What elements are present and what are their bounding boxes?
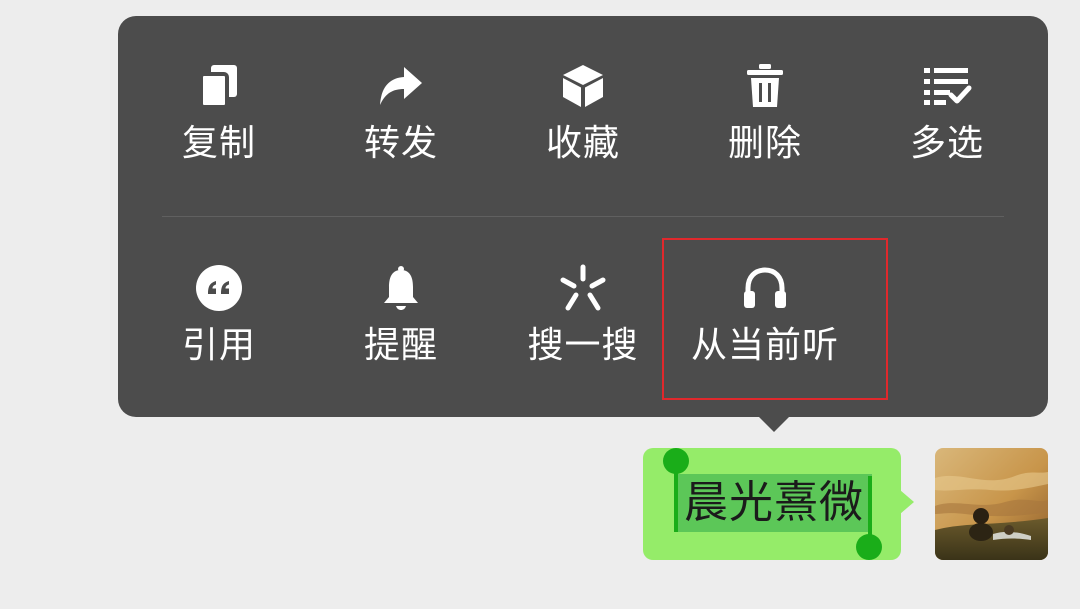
selection-start-caret	[674, 470, 678, 532]
favorite-button[interactable]: 收藏	[492, 60, 674, 200]
copy-icon	[193, 60, 245, 112]
forward-label: 转发	[363, 123, 438, 164]
selection-end-caret	[868, 476, 872, 542]
forward-button[interactable]: 转发	[310, 60, 492, 200]
bell-icon	[375, 262, 427, 314]
multiselect-button[interactable]: 多选	[856, 60, 1038, 200]
menu-pointer-arrow	[759, 417, 789, 432]
message-action-menu: 复制 转发 收藏 删除 多选 引用 提醒 搜一搜 从当前听	[118, 16, 1048, 417]
trash-icon	[739, 60, 791, 112]
message-bubble-tail	[900, 490, 914, 514]
highlight-annotation-box	[662, 238, 888, 400]
favorite-label: 收藏	[545, 123, 620, 164]
selection-start-handle[interactable]	[663, 448, 689, 474]
search-spark-icon	[557, 262, 609, 314]
multiselect-label: 多选	[909, 123, 984, 164]
search-button[interactable]: 搜一搜	[492, 262, 674, 402]
remind-button[interactable]: 提醒	[310, 262, 492, 402]
quote-button[interactable]: 引用	[128, 262, 310, 402]
copy-label: 复制	[181, 123, 256, 164]
copy-button[interactable]: 复制	[128, 60, 310, 200]
delete-button[interactable]: 删除	[674, 60, 856, 200]
quote-label: 引用	[181, 325, 256, 366]
message-text[interactable]: 晨光熹微	[676, 472, 872, 534]
menu-divider	[162, 216, 1004, 217]
favorite-cube-icon	[557, 60, 609, 112]
avatar[interactable]	[935, 448, 1048, 560]
forward-icon	[375, 60, 427, 112]
multiselect-list-icon	[921, 60, 973, 112]
delete-label: 删除	[727, 123, 802, 164]
search-label: 搜一搜	[527, 325, 639, 366]
selection-end-handle[interactable]	[856, 534, 882, 560]
remind-label: 提醒	[363, 325, 438, 366]
quote-icon	[193, 262, 245, 314]
